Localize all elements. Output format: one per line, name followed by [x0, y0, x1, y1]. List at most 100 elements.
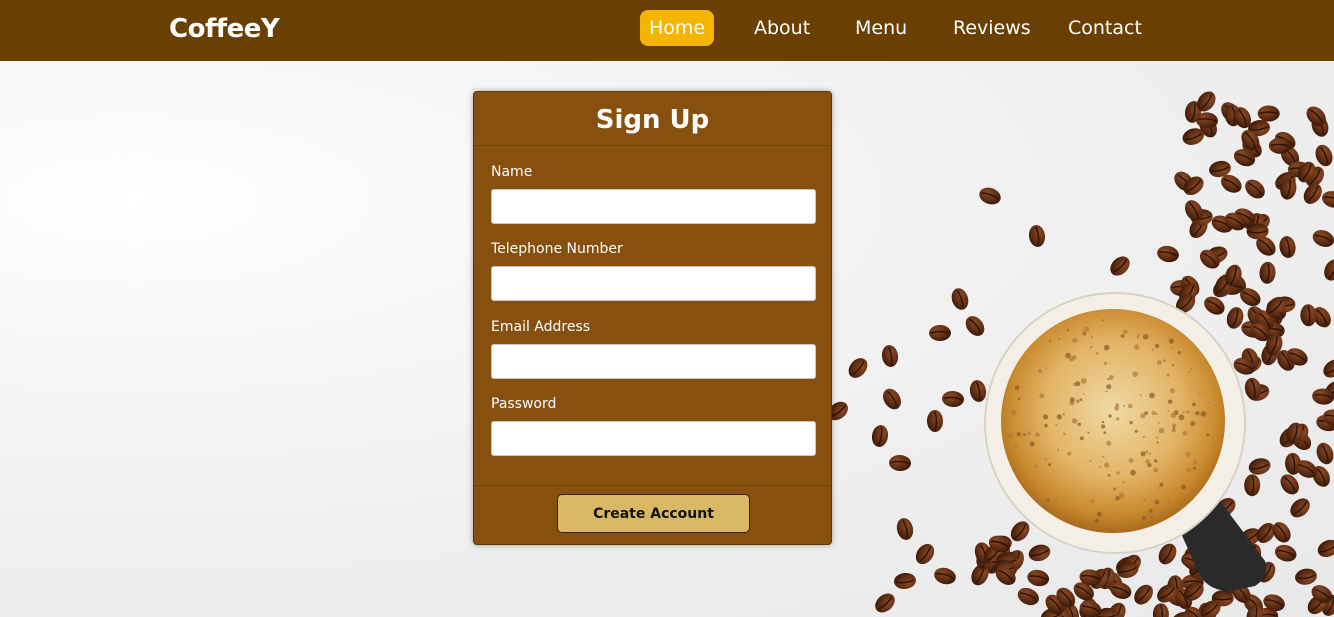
form-title: Sign Up [595, 105, 710, 135]
crema-bubble [1023, 433, 1026, 436]
coffee-bean [1295, 568, 1317, 585]
crema-bubble [1072, 355, 1077, 360]
crema-bubble [1185, 451, 1191, 457]
crema-bubble [1136, 336, 1139, 339]
crema-bubble [1048, 340, 1051, 343]
email-group: Email Address [491, 319, 816, 379]
crema-bubble [1183, 411, 1185, 414]
crema-bubble [1158, 427, 1165, 434]
crema-bubble [1128, 457, 1134, 463]
crema-bubble [1142, 435, 1146, 439]
crema-bubble [1156, 359, 1162, 366]
crema-bubble [1122, 481, 1125, 484]
crema-bubble [1105, 390, 1108, 393]
crema-bubble [1114, 405, 1119, 411]
coffee-bean [979, 187, 1001, 205]
crema-bubble [1145, 450, 1149, 454]
crema-bubble [1071, 418, 1078, 424]
nav-item-menu[interactable]: Menu [855, 10, 907, 46]
brand-logo[interactable]: CoffeeY [169, 14, 280, 44]
crema-bubble [1192, 402, 1196, 407]
password-label: Password [491, 396, 557, 412]
coffee-bean [889, 454, 911, 472]
password-input[interactable] [491, 421, 816, 456]
coffee-bean [1134, 584, 1153, 605]
nav-item-contact[interactable]: Contact [1068, 10, 1142, 46]
coffee-bean [951, 288, 969, 310]
coffee-bean [848, 358, 868, 378]
crema-bubble [1038, 369, 1043, 374]
crema-bubble [1178, 414, 1185, 421]
card-footer: Create Account [474, 485, 831, 545]
email-label: Email Address [491, 319, 591, 335]
crema-bubble [1154, 459, 1158, 463]
coffee-bean [1322, 191, 1334, 208]
nav-item-about[interactable]: About [754, 10, 810, 46]
telephone-input[interactable] [491, 266, 816, 301]
coffee-bean [965, 316, 985, 336]
crema-bubble [1103, 431, 1107, 434]
crema-bubble [1057, 448, 1060, 451]
coffee-bean [926, 410, 944, 432]
crema-bubble [1056, 414, 1063, 420]
crema-bubble [1155, 412, 1158, 416]
crema-bubble [1145, 459, 1150, 464]
coffee-bean [875, 593, 895, 613]
create-account-button[interactable]: Create Account [557, 494, 750, 533]
crema-bubble [1010, 409, 1017, 416]
crema-bubble [1080, 377, 1087, 384]
crema-bubble [1141, 515, 1146, 520]
crema-bubble [1186, 467, 1192, 473]
crema-bubble [1177, 351, 1181, 355]
crema-bubble [1133, 344, 1140, 351]
coffee-bean [1157, 245, 1179, 263]
coffee-bean [1303, 183, 1322, 204]
crema-bubble [1081, 330, 1084, 333]
nav-item-reviews[interactable]: Reviews [953, 10, 1031, 46]
crema-bubble [1017, 397, 1021, 401]
nav-item-home[interactable]: Home [640, 10, 715, 46]
crema-bubble [1116, 417, 1120, 421]
crema-bubble [1097, 521, 1101, 525]
crema-bubble [1069, 510, 1072, 514]
crema-bubble [1163, 359, 1166, 363]
crema-bubble [1132, 371, 1138, 377]
crema-bubble [1192, 460, 1198, 465]
coffee-bean [881, 345, 899, 367]
name-input[interactable] [491, 189, 816, 224]
crema-bubble [1089, 459, 1092, 463]
crema-bubble [1155, 436, 1159, 439]
crema-bubble [1116, 471, 1120, 475]
crema-bubble [1103, 361, 1108, 365]
telephone-group: Telephone Number [491, 241, 816, 301]
crema-bubble [1104, 462, 1110, 468]
crema-bubble [1090, 346, 1093, 349]
crema-bubble [1123, 405, 1125, 407]
crema-bubble [1192, 466, 1196, 470]
crema-bubble [1067, 451, 1072, 456]
crema-bubble [1101, 424, 1106, 429]
signup-card: Sign Up Name Telephone Number Email Addr… [473, 91, 832, 545]
crema-bubble [1016, 432, 1021, 437]
crema-bubble [1095, 352, 1099, 355]
crema-bubble [1107, 474, 1111, 477]
crema-bubble [1090, 336, 1093, 339]
crema-bubble [1079, 436, 1084, 441]
crema-bubble [1087, 431, 1090, 434]
name-label: Name [491, 164, 533, 180]
top-navbar: CoffeeY Home About Menu Reviews Contact [0, 0, 1334, 61]
crema-bubble [1148, 508, 1153, 513]
crema-bubble [1172, 347, 1174, 350]
coffee-bean [1259, 261, 1276, 284]
email-input[interactable] [491, 344, 816, 379]
crema-bubble [1014, 385, 1020, 390]
crema-bubble [1170, 412, 1177, 419]
crema-bubble [1027, 431, 1031, 436]
crema-bubble [1033, 464, 1038, 468]
coffee-bean [1257, 105, 1280, 122]
crema-bubble [1096, 511, 1102, 517]
crema-bubble [1172, 427, 1175, 430]
coffee-bean [1324, 259, 1334, 281]
crema-bubble [1143, 498, 1146, 501]
coffee-bean [871, 425, 889, 447]
